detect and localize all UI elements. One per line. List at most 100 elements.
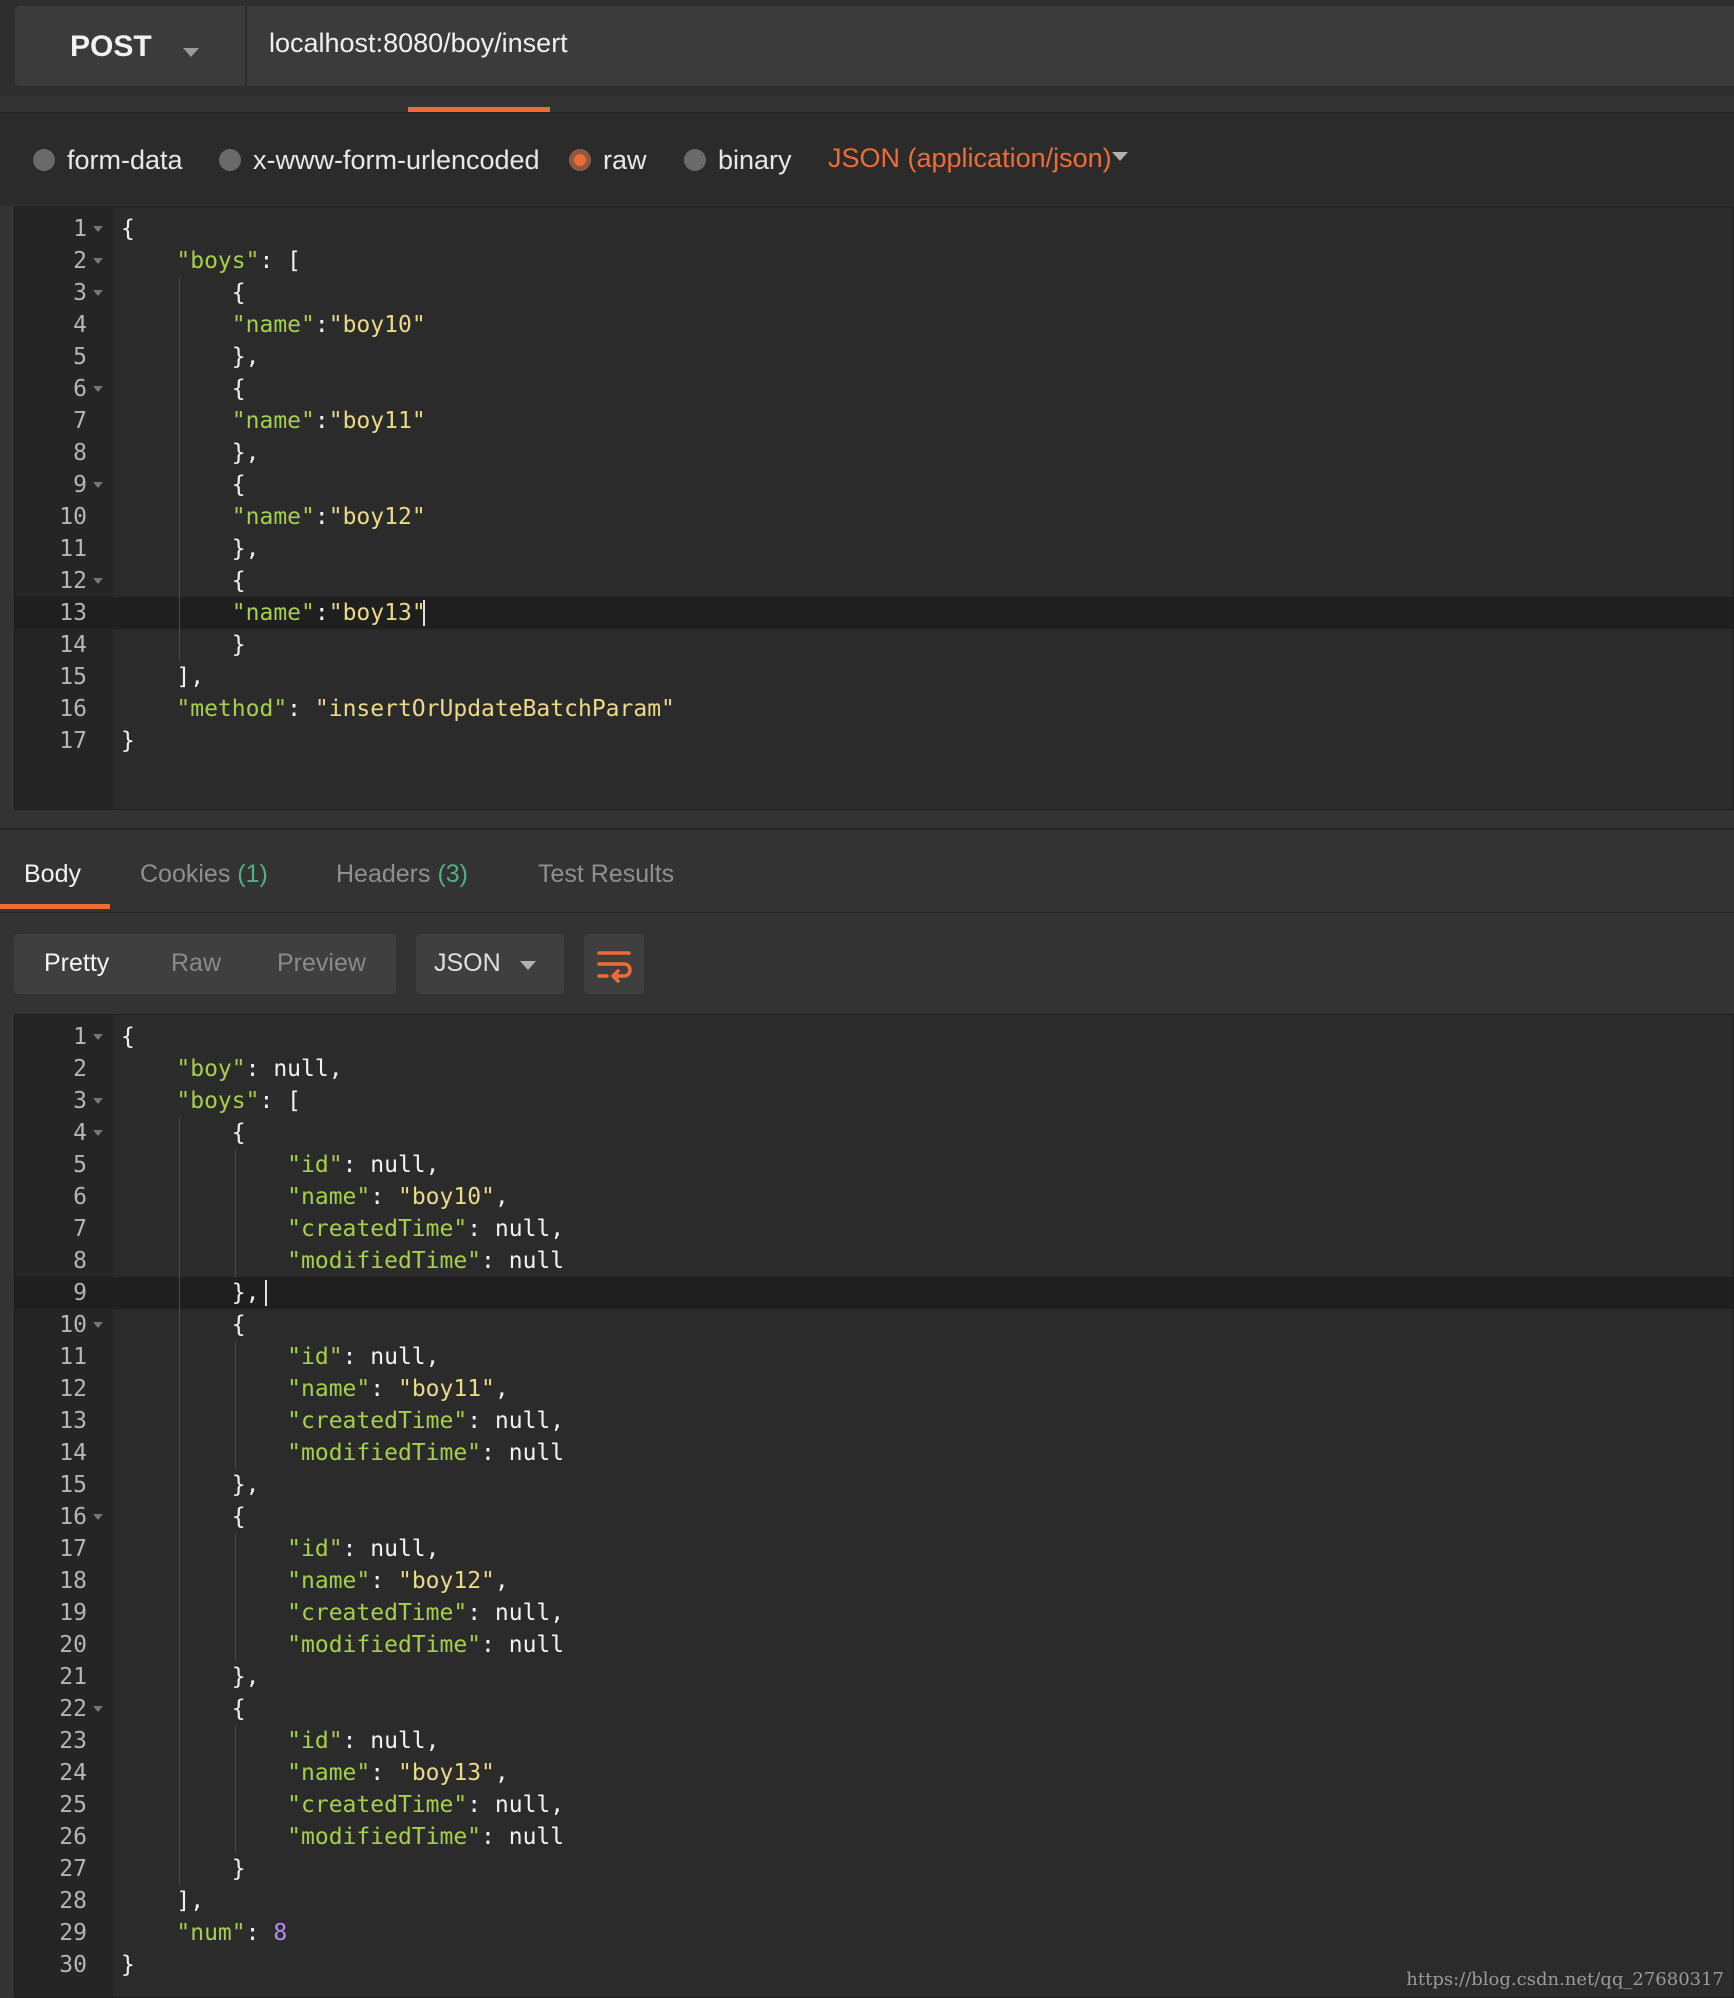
fold-arrow-icon[interactable]	[93, 258, 103, 264]
method-dropdown[interactable]: POST	[15, 6, 245, 86]
line-number: 28	[59, 1888, 87, 1914]
tab-label: Headers	[336, 860, 431, 888]
line-number: 12	[59, 1376, 87, 1402]
fold-arrow-icon[interactable]	[93, 1130, 103, 1136]
code-line: 11 },	[15, 533, 1733, 565]
code-text: ],	[121, 1885, 204, 1917]
code-text: "modifiedTime": null	[121, 1821, 564, 1853]
code-token: },	[121, 1472, 260, 1498]
code-text: "createdTime": null,	[121, 1405, 564, 1437]
code-token: : [	[259, 1088, 302, 1114]
code-token: "name"	[231, 408, 315, 434]
code-token: "id"	[287, 1728, 343, 1754]
code-line: 25 "createdTime": null,	[15, 1789, 1733, 1821]
code-text: "method": "insertOrUpdateBatchParam"	[121, 693, 675, 725]
fold-arrow-icon[interactable]	[93, 482, 103, 488]
raw-button[interactable]: Raw	[171, 949, 221, 978]
code-line: 5 },	[15, 341, 1733, 373]
wrap-lines-icon	[597, 951, 632, 983]
url-input[interactable]: localhost:8080/boy/insert	[247, 6, 1734, 86]
code-line: 12 "name": "boy11",	[15, 1373, 1733, 1405]
tab-body[interactable]: Body	[24, 860, 81, 889]
fold-arrow-icon[interactable]	[93, 578, 103, 584]
preview-button[interactable]: Preview	[277, 949, 366, 978]
fold-arrow-icon[interactable]	[93, 290, 103, 296]
code-text: }	[121, 725, 135, 757]
line-number: 11	[59, 536, 87, 562]
chevron-down-icon[interactable]	[1112, 152, 1128, 161]
fold-arrow-icon[interactable]	[93, 1706, 103, 1712]
code-token: :	[287, 696, 315, 722]
chevron-down-icon	[520, 961, 536, 970]
line-number: 7	[73, 408, 87, 434]
format-dropdown[interactable]: JSON	[416, 934, 564, 994]
code-text: "name":"boy10"	[121, 309, 426, 341]
line-number: 7	[73, 1216, 87, 1242]
line-number: 13	[59, 1408, 87, 1434]
code-token: ,	[494, 1184, 509, 1210]
radio-raw[interactable]: raw	[569, 143, 647, 177]
radio-x-www-form-urlencoded[interactable]: x-www-form-urlencoded	[219, 143, 540, 177]
tab-count: (3)	[437, 860, 469, 888]
tab-cookies[interactable]: Cookies (1)	[140, 860, 268, 889]
code-token: "createdTime"	[287, 1216, 468, 1242]
code-line: 1{	[15, 1021, 1733, 1053]
code-token: "boy"	[176, 1056, 246, 1082]
code-line: 7 "createdTime": null,	[15, 1213, 1733, 1245]
code-token: : null	[481, 1824, 565, 1850]
radio-form-data[interactable]: form-data	[33, 143, 183, 177]
code-token: "name"	[287, 1760, 371, 1786]
line-number: 9	[73, 472, 87, 498]
code-line: 20 "modifiedTime": null	[15, 1629, 1733, 1661]
code-text: {	[121, 565, 246, 597]
code-token: "name"	[231, 600, 315, 626]
code-token: "modifiedTime"	[287, 1632, 482, 1658]
line-number: 6	[73, 1184, 87, 1210]
fold-arrow-icon[interactable]	[93, 1034, 103, 1040]
line-number: 4	[73, 1120, 87, 1146]
fold-arrow-icon[interactable]	[93, 226, 103, 232]
tab-headers[interactable]: Headers (3)	[336, 860, 468, 889]
pretty-button[interactable]: Pretty	[44, 949, 109, 978]
code-token: "modifiedTime"	[287, 1824, 482, 1850]
code-token: }	[121, 1952, 135, 1978]
code-token: "name"	[231, 312, 315, 338]
code-line: 17 "id": null,	[15, 1533, 1733, 1565]
watermark: https://blog.csdn.net/qq_27680317	[1406, 1969, 1724, 1990]
line-number: 10	[59, 1312, 87, 1338]
fold-arrow-icon[interactable]	[93, 386, 103, 392]
fold-arrow-icon[interactable]	[93, 1322, 103, 1328]
code-line: 28 ],	[15, 1885, 1733, 1917]
code-token: },	[121, 440, 260, 466]
code-token: "name"	[231, 504, 315, 530]
line-number: 4	[73, 312, 87, 338]
fold-arrow-icon[interactable]	[93, 1514, 103, 1520]
response-body-viewer[interactable]: 1{2 "boy": null, 3 "boys": [4 {5 "id": nu…	[14, 1014, 1734, 1998]
code-token: : null,	[467, 1792, 565, 1818]
code-token: "modifiedTime"	[287, 1248, 482, 1274]
code-token: "boy10"	[328, 312, 426, 338]
code-token: :	[314, 504, 329, 530]
code-token: : null,	[342, 1344, 440, 1370]
code-line: 5 "id": null,	[15, 1149, 1733, 1181]
code-line: 26 "modifiedTime": null	[15, 1821, 1733, 1853]
code-line: 4 {	[15, 1117, 1733, 1149]
wrap-lines-button[interactable]	[584, 934, 644, 994]
code-token: "createdTime"	[287, 1408, 468, 1434]
radio-binary[interactable]: binary	[684, 143, 792, 177]
fold-arrow-icon[interactable]	[93, 1098, 103, 1104]
line-number: 17	[59, 1536, 87, 1562]
code-text: "id": null,	[121, 1725, 439, 1757]
code-token: "id"	[287, 1344, 343, 1370]
code-token: ,	[494, 1376, 509, 1402]
tab-test-results[interactable]: Test Results	[538, 860, 674, 889]
radio-label: form-data	[67, 144, 183, 175]
request-body-editor[interactable]: 1{2 "boys": [3 {4 "name":"boy10" 5 }, 6 {7…	[14, 206, 1734, 810]
content-type-dropdown[interactable]: JSON (application/json)	[828, 143, 1112, 174]
code-line: 6 "name": "boy10",	[15, 1181, 1733, 1213]
code-line: 29 "num": 8	[15, 1917, 1733, 1949]
